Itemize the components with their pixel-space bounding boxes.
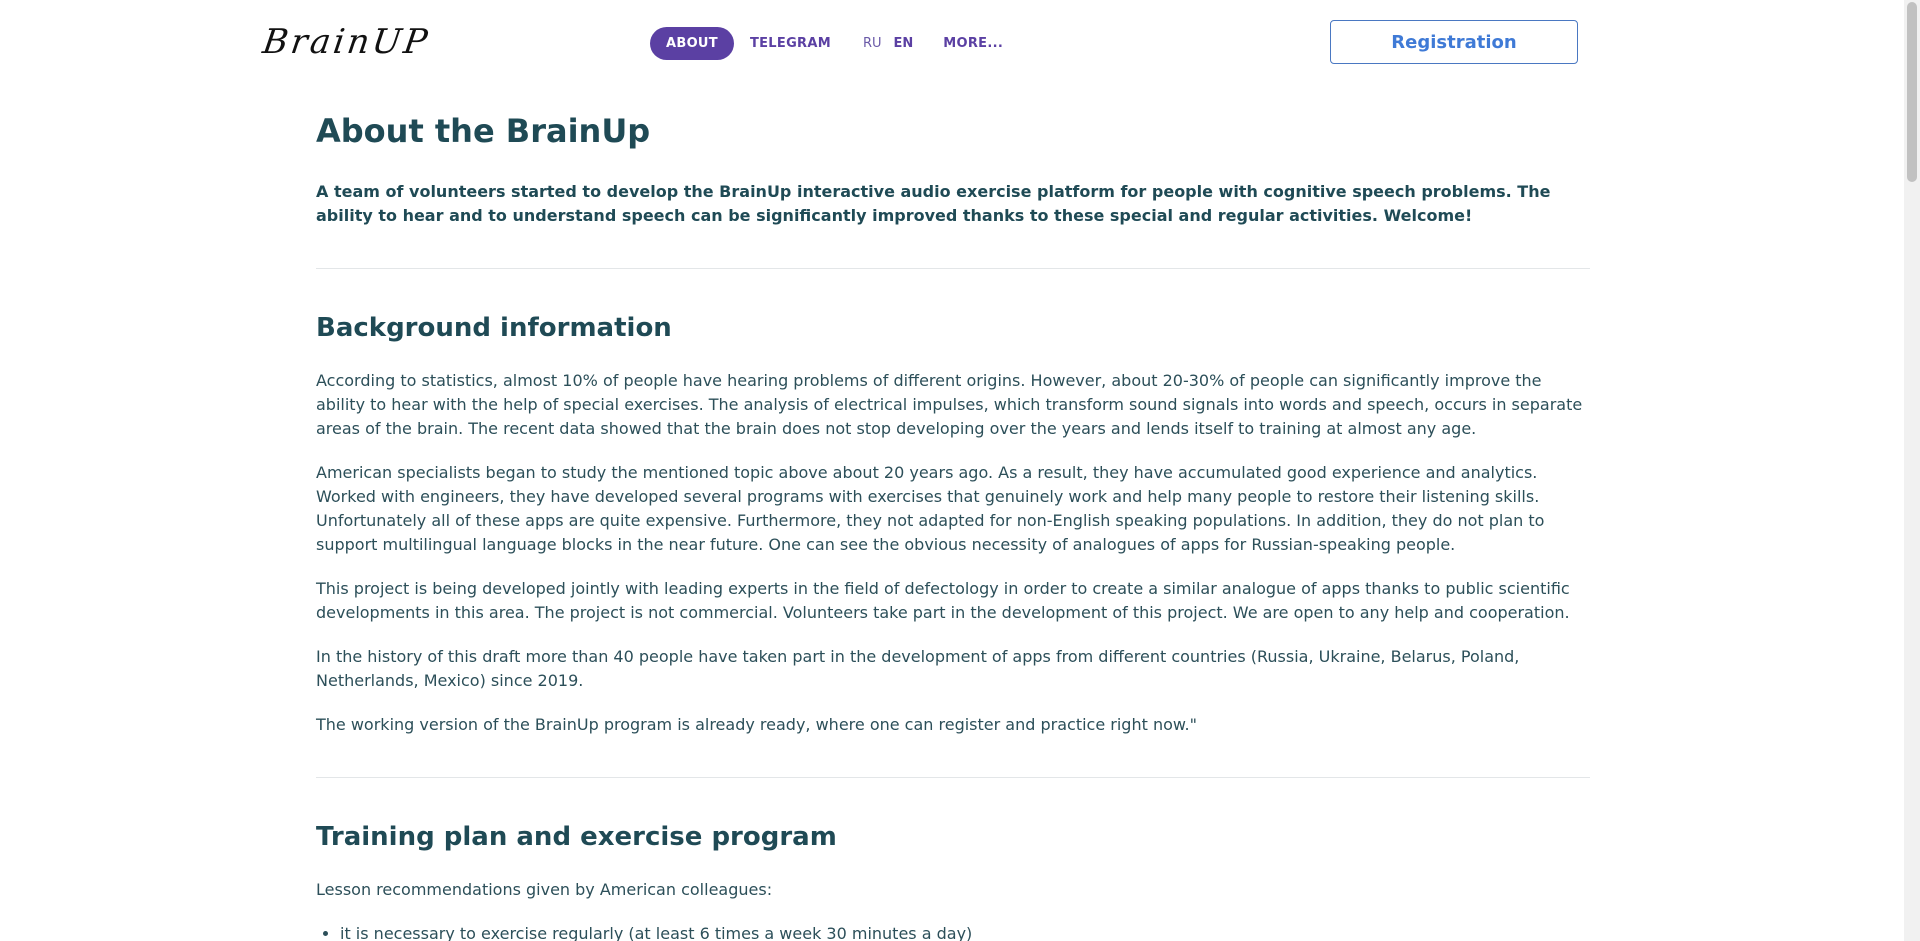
background-paragraph-2: American specialists began to study the … — [316, 463, 1545, 554]
registration-button[interactable]: Registration — [1330, 20, 1578, 64]
nav-about-link[interactable]: ABOUT — [650, 27, 734, 60]
nav-more-link[interactable]: MORE... — [943, 36, 1003, 51]
training-intro: Lesson recommendations given by American… — [316, 880, 773, 899]
site-header: BrainUP ABOUT TELEGRAM RU EN MORE... Reg… — [0, 0, 1904, 88]
background-paragraph-3: This project is being developed jointly … — [316, 579, 1570, 622]
scrollbar-thumb[interactable] — [1907, 2, 1917, 182]
section-divider — [316, 777, 1590, 778]
nav-telegram-link[interactable]: TELEGRAM — [750, 36, 831, 51]
intro-lead: A team of volunteers started to develop … — [316, 182, 1551, 225]
brainup-logo[interactable]: BrainUP — [260, 22, 432, 62]
lang-en-link[interactable]: EN — [894, 36, 914, 51]
page-scrollbar[interactable] — [1904, 0, 1920, 941]
background-section: Background information According to stat… — [316, 311, 1590, 737]
section-divider — [316, 268, 1590, 269]
main-nav: ABOUT TELEGRAM RU EN MORE... — [650, 27, 1003, 60]
background-paragraph-1: According to statistics, almost 10% of p… — [316, 371, 1583, 438]
training-section: Training plan and exercise program Lesso… — [316, 820, 1590, 941]
background-paragraph-5: The working version of the BrainUp progr… — [316, 715, 1197, 734]
training-heading: Training plan and exercise program — [316, 822, 837, 852]
training-list: it is necessary to exercise regularly (a… — [316, 922, 1590, 941]
main-content: About the BrainUp A team of volunteers s… — [316, 108, 1590, 941]
list-item: it is necessary to exercise regularly (a… — [340, 922, 1590, 941]
page: BrainUP ABOUT TELEGRAM RU EN MORE... Reg… — [0, 0, 1920, 941]
page-title: About the BrainUp — [316, 112, 651, 150]
background-paragraph-4: In the history of this draft more than 4… — [316, 647, 1520, 690]
lang-ru-link[interactable]: RU — [863, 36, 882, 51]
background-heading: Background information — [316, 313, 672, 343]
